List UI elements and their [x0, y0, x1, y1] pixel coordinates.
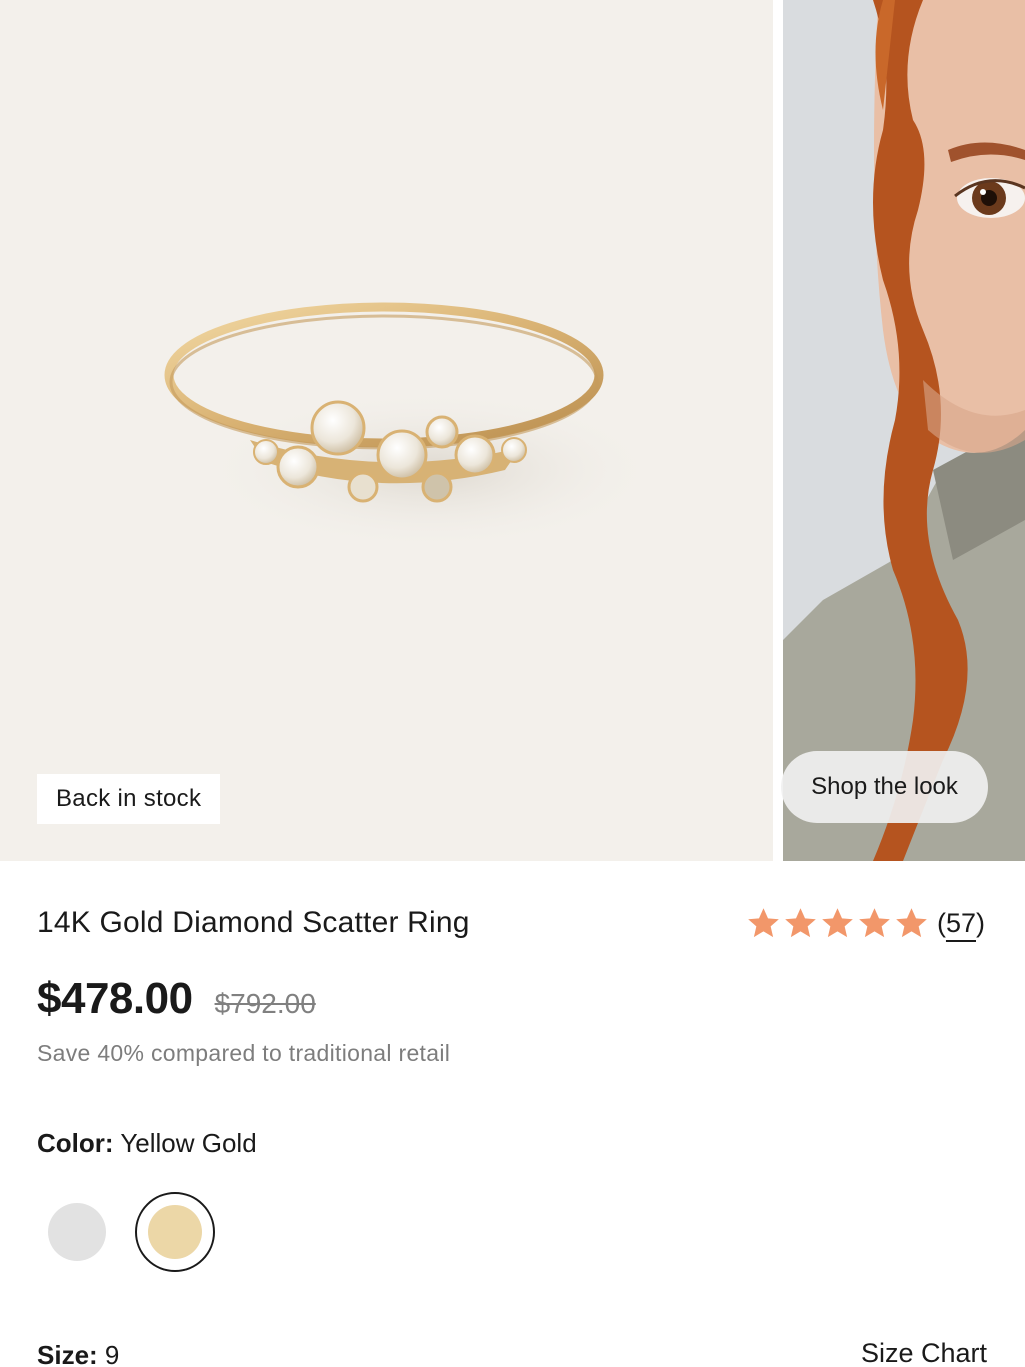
size-label-key: Size: [37, 1340, 98, 1367]
star-icon [822, 907, 853, 937]
size-label: Size: 9 [37, 1340, 119, 1367]
savings-text: Save 40% compared to traditional retail [37, 1040, 451, 1066]
model-photo [783, 0, 1025, 861]
image-gallery[interactable]: Back in stock Shop the look [0, 0, 1025, 861]
product-page: Back in stock Shop the look 14K Gold Dia… [0, 0, 1025, 1367]
size-chart-link[interactable]: Size Chart [861, 1338, 987, 1367]
size-selected-value: 9 [104, 1340, 120, 1367]
rating-summary[interactable]: (57) [746, 902, 985, 944]
back-in-stock-badge: Back in stock [37, 774, 221, 824]
review-count[interactable]: 57 [946, 908, 976, 938]
model-image[interactable] [783, 0, 1025, 861]
star-icon [785, 907, 816, 937]
star-icon [859, 907, 890, 937]
yellow-gold-swatch[interactable] [135, 1192, 215, 1272]
product-title: 14K Gold Diamond Scatter Ring [37, 906, 470, 939]
star-icon [748, 907, 779, 937]
star-rating [746, 906, 929, 941]
price-row: $478.00 $792.00 [37, 974, 316, 1024]
review-count-link[interactable]: (57) [937, 903, 985, 943]
product-image[interactable]: Back in stock [0, 0, 773, 861]
color-selected-value: Yellow Gold [120, 1128, 257, 1158]
color-label: Color: Yellow Gold [37, 1128, 257, 1159]
color-label-key: Color: [37, 1128, 114, 1158]
shop-the-look-button[interactable]: Shop the look [781, 751, 988, 823]
ring-photo [164, 302, 660, 550]
star-icon [896, 907, 927, 937]
current-price: $478.00 [37, 974, 193, 1023]
original-price: $792.00 [214, 988, 316, 1019]
silver-swatch[interactable] [48, 1203, 106, 1261]
